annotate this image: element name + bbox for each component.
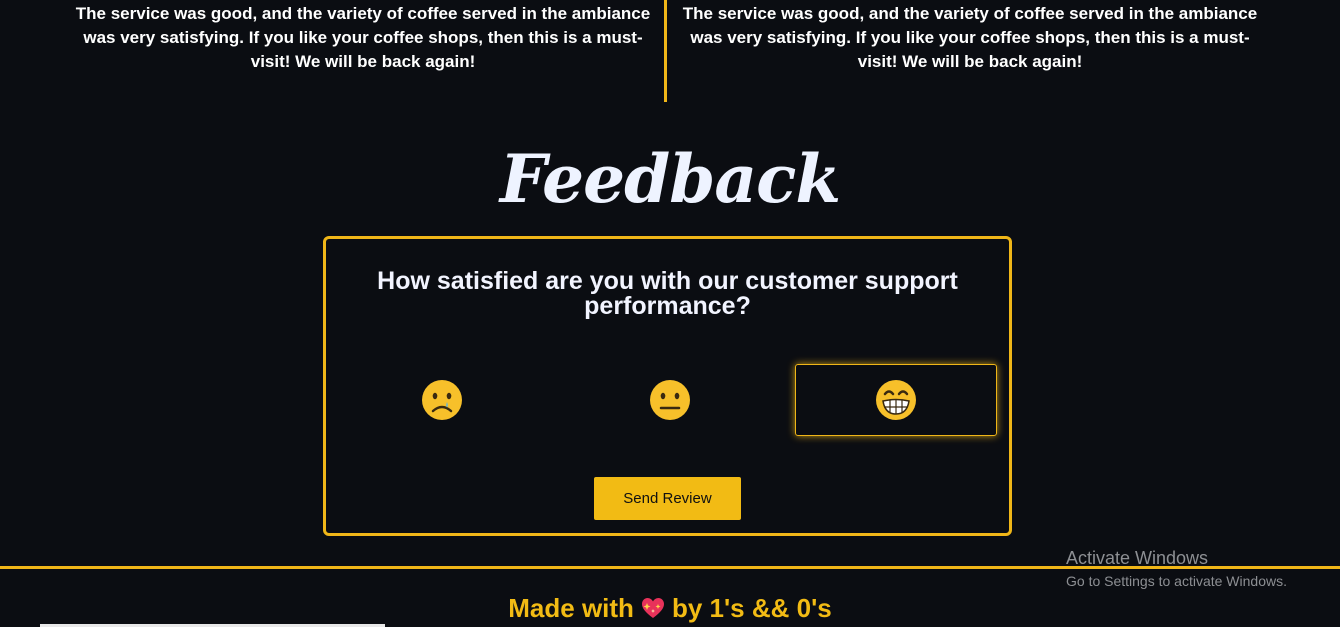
sad-face-icon	[422, 380, 462, 420]
feedback-question: How satisfied are you with our customer …	[377, 267, 958, 320]
rating-option-sad[interactable]	[341, 364, 543, 436]
activate-windows-subtitle: Go to Settings to activate Windows.	[1066, 573, 1287, 589]
rating-option-neutral[interactable]	[569, 364, 771, 436]
sparkling-heart-icon	[641, 598, 664, 618]
footer-credit: Made with by 1's && 0's	[0, 592, 1340, 624]
send-review-button[interactable]: Send Review	[594, 477, 741, 520]
feedback-title: Feedback	[499, 140, 841, 218]
testimonial-text: The service was good, and the variety of…	[75, 4, 651, 71]
testimonial-text: The service was good, and the variety of…	[682, 4, 1258, 71]
feedback-card: How satisfied are you with our customer …	[323, 236, 1012, 536]
footer-made-with: Made with	[508, 593, 634, 623]
footer-by: by 1's && 0's	[671, 593, 832, 623]
testimonial-divider	[664, 0, 667, 102]
grinning-face-icon	[876, 380, 916, 420]
rating-option-happy[interactable]	[795, 364, 997, 436]
activate-windows-title: Activate Windows	[1066, 548, 1209, 568]
neutral-face-icon	[650, 380, 690, 420]
testimonials-section: The service was good, and the variety of…	[0, 0, 1340, 102]
